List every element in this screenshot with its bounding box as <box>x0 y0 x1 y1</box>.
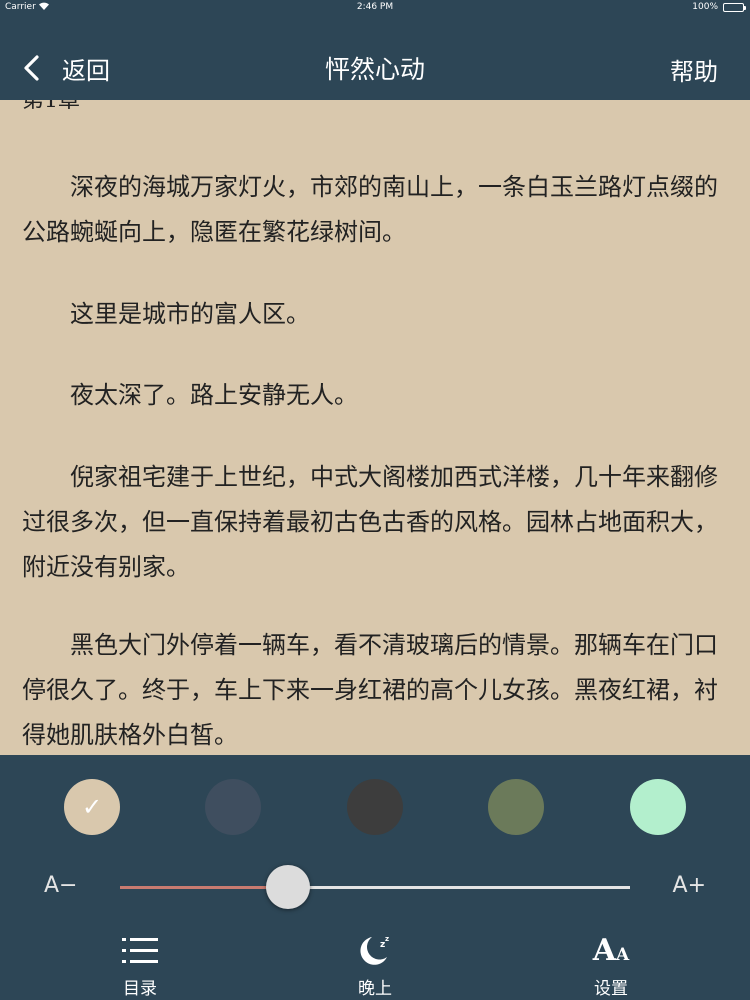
night-label: 晚上 <box>358 979 392 999</box>
back-label: 返回 <box>62 56 110 85</box>
theme-swatch-beige[interactable]: ✓ <box>64 779 120 835</box>
settings-button[interactable]: AA 设置 <box>551 933 671 999</box>
battery-percent: 100% <box>692 2 718 12</box>
status-time: 2:46 PM <box>356 2 394 12</box>
paragraph: 夜太深了。路上安静无人。 <box>70 381 358 409</box>
svg-text:z: z <box>385 935 389 943</box>
font-size-slider[interactable] <box>120 865 630 909</box>
navigation-bar: 返回 怦然心动 帮助 <box>0 16 750 100</box>
slider-thumb[interactable] <box>266 865 311 909</box>
back-button[interactable]: 返回 <box>22 48 110 88</box>
paragraph: 这里是城市的富人区。 <box>70 300 310 328</box>
paragraph: 深夜的海城万家灯火，市郊的南山上，一条白玉兰路灯点缀的公路蜿蜒向上，隐匿在繁花绿… <box>22 173 718 246</box>
theme-swatch-charcoal[interactable] <box>347 779 403 835</box>
status-bar: Carrier 2:46 PM 100% <box>0 0 750 16</box>
theme-swatch-olive[interactable] <box>488 779 544 835</box>
font-decrease-button[interactable]: A− <box>44 873 77 898</box>
book-title: 怦然心动 <box>324 55 425 84</box>
reading-settings-panel: ✓ A− A+ 目录 z z 晚上 AA 设置 <box>0 755 750 1000</box>
chapter-heading: 第1章 <box>22 100 80 113</box>
moon-sleep-icon: z z <box>360 935 389 965</box>
contents-button[interactable]: 目录 <box>80 933 200 999</box>
paragraph: 倪家祖宅建于上世纪，中式大阁楼加西式洋楼，几十年来翻修过很多次，但一直保持着最初… <box>22 463 718 581</box>
paragraph: 黑色大门外停着一辆车，看不清玻璃后的情景。那辆车在门口停很久了。终于，车上下来一… <box>22 631 718 749</box>
contents-label: 目录 <box>123 979 157 999</box>
font-aa-icon: AA <box>592 933 630 968</box>
checkmark-icon: ✓ <box>81 793 103 821</box>
slider-fill <box>120 886 289 889</box>
help-button[interactable]: 帮助 <box>670 52 718 87</box>
theme-swatch-slate[interactable] <box>205 779 261 835</box>
reading-page[interactable]: 第1章 深夜的海城万家灯火，市郊的南山上，一条白玉兰路灯点缀的公路蜿蜒向上，隐匿… <box>0 100 750 755</box>
night-mode-button[interactable]: z z 晚上 <box>315 933 435 999</box>
list-icon <box>122 938 158 963</box>
settings-label: 设置 <box>594 979 628 999</box>
chevron-left-icon <box>24 55 39 81</box>
battery-icon <box>723 3 746 12</box>
theme-swatch-mint[interactable] <box>630 779 686 835</box>
font-increase-button[interactable]: A+ <box>673 873 706 898</box>
